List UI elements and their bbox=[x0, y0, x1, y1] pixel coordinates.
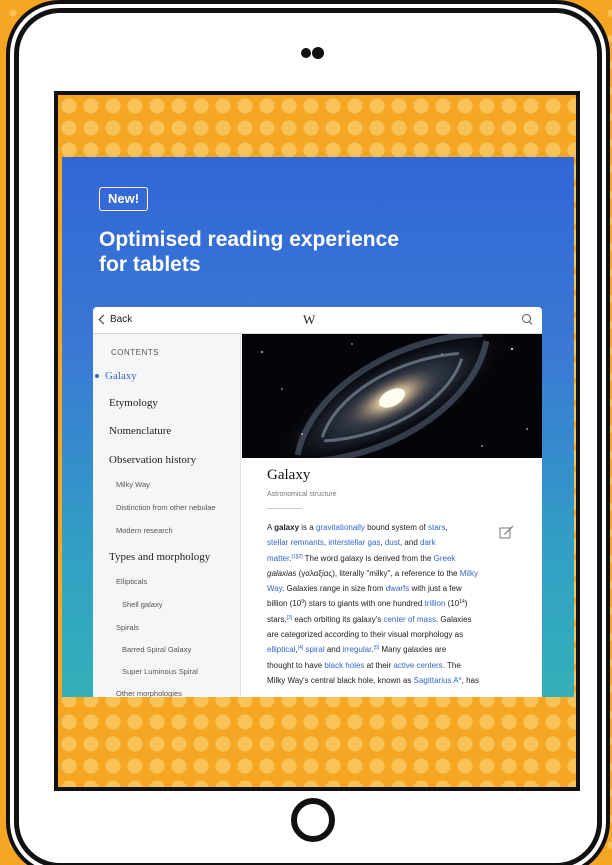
toc-item-galaxy[interactable]: Galaxy bbox=[95, 370, 137, 382]
article-link[interactable]: interstellar gas bbox=[328, 538, 380, 547]
article-text: galaxy bbox=[274, 523, 300, 532]
article-link[interactable]: elliptical bbox=[267, 645, 295, 654]
article-text: thought to have bbox=[267, 660, 325, 670]
article-subtitle: Astronomical structure bbox=[267, 491, 337, 498]
article-title: Galaxy bbox=[267, 467, 311, 483]
article-link[interactable]: Sagittarius A* bbox=[414, 676, 462, 685]
article-link[interactable]: matter bbox=[267, 554, 289, 563]
article-text: Milky Way's central black hole, known as bbox=[267, 675, 414, 685]
article-link[interactable]: gravitationally bbox=[316, 523, 365, 532]
article-link[interactable]: active centers bbox=[393, 661, 442, 670]
galaxy-illustration bbox=[242, 334, 542, 458]
article-link[interactable]: dwarfs bbox=[386, 584, 410, 593]
article-text: . The bbox=[442, 660, 461, 670]
article-text: and bbox=[324, 645, 343, 655]
back-label: Back bbox=[110, 314, 133, 325]
article-text: with just a few bbox=[409, 584, 462, 594]
article-link[interactable]: center of mass bbox=[383, 615, 435, 624]
article-text: are categorized according to their visua… bbox=[267, 630, 464, 640]
article-link[interactable]: Way bbox=[267, 584, 282, 593]
contents-title: CONTENTS bbox=[111, 348, 159, 357]
article-link[interactable]: [1][2] bbox=[291, 554, 302, 560]
article-link[interactable]: trillion bbox=[425, 599, 446, 608]
article-text: , and bbox=[399, 538, 420, 548]
article-line: Way. Galaxies range in size from dwarfs … bbox=[267, 581, 519, 596]
camera-icon bbox=[297, 46, 329, 60]
article-text: The word galaxy is derived from the bbox=[302, 553, 434, 563]
home-button[interactable] bbox=[291, 798, 335, 842]
article-link[interactable]: black holes bbox=[324, 661, 364, 670]
wikipedia-logo[interactable]: W bbox=[303, 312, 315, 328]
article-line: elliptical,[4] spiral and irregular.[5] … bbox=[267, 642, 519, 657]
article-line: thought to have black holes at their act… bbox=[267, 658, 519, 673]
article-text: . Galaxies bbox=[435, 614, 472, 624]
article-line: billion (109) stars to giants with one h… bbox=[267, 596, 519, 611]
new-badge: New! bbox=[99, 187, 149, 211]
article-link[interactable]: Greek bbox=[434, 554, 456, 563]
toc-item-etymology[interactable]: Etymology bbox=[109, 397, 158, 409]
article-link[interactable]: spiral bbox=[306, 645, 325, 654]
toc-item-types-morphology[interactable]: Types and morphology bbox=[109, 551, 210, 563]
article-line: galaxias (γαλαξίας), literally "milky", … bbox=[267, 566, 519, 581]
toc-item-barred-spiral[interactable]: Barred Spiral Galaxy bbox=[122, 645, 191, 654]
article-line: matter.[1][2] The word galaxy is derived… bbox=[267, 551, 519, 566]
toc-item-milky-way[interactable]: Milky Way bbox=[116, 480, 150, 489]
toc-item-observation-history[interactable]: Observation history bbox=[109, 454, 196, 466]
toc-item-distinction[interactable]: Distinction from other nebulae bbox=[116, 503, 216, 512]
article-line: stellar remnants, interstellar gas, dust… bbox=[267, 535, 519, 550]
galaxy-image bbox=[242, 334, 542, 458]
article-text: (10 bbox=[445, 599, 460, 609]
article-text: at their bbox=[364, 660, 394, 670]
toc-item-nomenclature[interactable]: Nomenclature bbox=[109, 425, 171, 437]
toc-item-other-morphologies[interactable]: Other morphologies bbox=[116, 689, 182, 697]
tablet-frame: New! Optimised reading experience for ta… bbox=[14, 8, 602, 865]
search-icon[interactable] bbox=[522, 314, 532, 324]
toc-item-spirals[interactable]: Spirals bbox=[116, 623, 139, 632]
article-text: , bbox=[445, 523, 448, 532]
back-button[interactable]: Back bbox=[98, 314, 132, 325]
toc-item-super-luminous-spiral[interactable]: Super Luminous Spiral bbox=[122, 667, 198, 676]
article-line: A galaxy is a gravitationally bound syst… bbox=[267, 520, 519, 535]
article-line: are categorized according to their visua… bbox=[267, 627, 519, 642]
article-text: ) bbox=[464, 599, 468, 609]
article-link[interactable]: irregular bbox=[342, 645, 371, 654]
article-text: Many galaxies are bbox=[379, 645, 447, 655]
article-text: billion (10 bbox=[267, 599, 302, 609]
chevron-left-icon bbox=[98, 314, 109, 325]
article-link[interactable]: dark bbox=[420, 538, 436, 547]
headline-line-1: Optimised reading experience bbox=[99, 228, 399, 251]
promo-card: New! Optimised reading experience for ta… bbox=[62, 157, 574, 697]
toc-item-shell-galaxy[interactable]: Shell galaxy bbox=[122, 600, 162, 609]
article-text: is a bbox=[299, 523, 316, 532]
app-bar: Back W bbox=[93, 307, 542, 334]
active-dot-icon bbox=[95, 374, 99, 379]
promo-headline: Optimised reading experience for tablets bbox=[99, 227, 459, 277]
contents-sidebar: CONTENTS Galaxy Etymology Nomenclature O… bbox=[93, 334, 241, 697]
article-link[interactable]: Milky bbox=[460, 569, 478, 578]
article-link[interactable]: dust bbox=[385, 538, 400, 547]
toc-item-ellipticals[interactable]: Ellipticals bbox=[116, 577, 147, 586]
headline-line-2: for tablets bbox=[99, 253, 201, 276]
article-text: stars, bbox=[267, 614, 287, 624]
article-text: . Galaxies range in size from bbox=[282, 584, 386, 594]
article-text: bound system of bbox=[364, 523, 429, 532]
article-body: A galaxy is a gravitationally bound syst… bbox=[267, 520, 519, 688]
title-divider bbox=[267, 508, 302, 509]
article-line: Milky Way's central black hole, known as… bbox=[267, 673, 519, 688]
app-preview: Back W CONTENTS Galaxy Etymology Nomencl… bbox=[93, 307, 542, 697]
article-text: (γαλαξίας), literally "milky", a referen… bbox=[296, 568, 460, 578]
toc-item-modern-research[interactable]: Modern research bbox=[116, 526, 173, 535]
article-pane: Galaxy Astronomical structure A galaxy i… bbox=[242, 334, 542, 697]
tablet-screen: New! Optimised reading experience for ta… bbox=[54, 91, 580, 791]
article-text: each orbiting its galaxy's bbox=[292, 614, 384, 624]
article-link[interactable]: stellar remnants bbox=[267, 538, 324, 547]
article-text: ) stars to giants with one hundred bbox=[304, 599, 425, 609]
article-link[interactable]: stars bbox=[428, 523, 445, 532]
article-text: , has bbox=[461, 675, 479, 685]
article-line: stars,[3] each orbiting its galaxy's cen… bbox=[267, 612, 519, 627]
article-text: galaxias bbox=[267, 568, 297, 578]
